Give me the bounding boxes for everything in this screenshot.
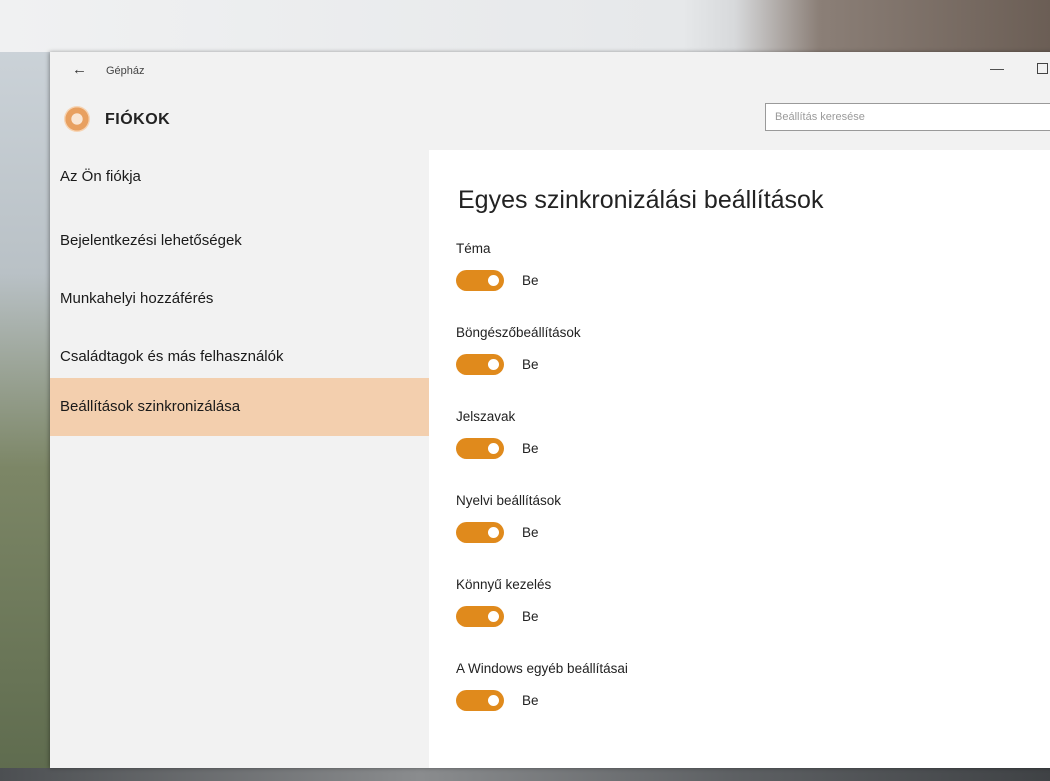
toggle-knob [488, 275, 499, 286]
setting-label: Böngészőbeállítások [456, 325, 581, 340]
theme-toggle[interactable] [456, 270, 504, 291]
setting-other-windows: A Windows egyéb beállításai Be [456, 661, 816, 741]
language-toggle[interactable] [456, 522, 504, 543]
toggle-state: Be [522, 525, 539, 540]
sidebar-item-label: Beállítások szinkronizálása [60, 398, 241, 415]
search-input[interactable]: Beállítás keresése [765, 103, 1050, 131]
toggle-state: Be [522, 609, 539, 624]
sidebar-item-your-account[interactable]: Az Ön fiókja [50, 150, 429, 208]
sidebar-item-label: Munkahelyi hozzáférés [60, 290, 214, 307]
browser-settings-toggle[interactable] [456, 354, 504, 375]
setting-label: Téma [456, 241, 491, 256]
sidebar: Az Ön fiókja Bejelentkezési lehetőségek … [50, 150, 429, 768]
back-arrow-icon[interactable]: ← [72, 61, 87, 78]
setting-language: Nyelvi beállítások Be [456, 493, 816, 573]
sidebar-item-label: Az Ön fiókja [60, 168, 141, 185]
setting-ease-of-access: Könnyű kezelés Be [456, 577, 816, 657]
sidebar-item-sync-settings[interactable]: Beállítások szinkronizálása [50, 378, 429, 436]
sidebar-item-family-other-users[interactable]: Családtagok és más felhasználók [50, 324, 429, 382]
setting-label: Könnyű kezelés [456, 577, 552, 592]
sidebar-item-label: Családtagok és más felhasználók [60, 348, 284, 365]
app-title: Gépház [106, 65, 145, 77]
toggle-knob [488, 611, 499, 622]
toggle-state: Be [522, 357, 539, 372]
toggle-knob [488, 695, 499, 706]
toggle-state: Be [522, 273, 539, 288]
toggle-knob [488, 527, 499, 538]
gear-icon [64, 106, 90, 132]
other-windows-settings-toggle[interactable] [456, 690, 504, 711]
page-title: Egyes szinkronizálási beállítások [458, 186, 824, 214]
settings-header: FIÓKOK Beállítás keresése [50, 90, 1050, 150]
title-bar: ← Gépház — [50, 52, 1050, 90]
taskbar-edge [0, 768, 1050, 781]
search-placeholder: Beállítás keresése [775, 111, 865, 123]
setting-theme: Téma Be [456, 241, 816, 321]
section-title: FIÓKOK [105, 111, 171, 128]
sidebar-item-label: Bejelentkezési lehetőségek [60, 232, 242, 249]
setting-passwords: Jelszavak Be [456, 409, 816, 489]
minimize-button[interactable]: — [990, 60, 1004, 76]
desktop-background [0, 0, 50, 781]
toggle-state: Be [522, 441, 539, 456]
setting-label: Nyelvi beállítások [456, 493, 562, 508]
settings-window: ← Gépház — FIÓKOK Beállítás keresése Az … [50, 52, 1050, 768]
toggle-knob [488, 443, 499, 454]
setting-label: A Windows egyéb beállításai [456, 661, 628, 676]
sidebar-item-work-access[interactable]: Munkahelyi hozzáférés [50, 266, 429, 324]
toggle-knob [488, 359, 499, 370]
maximize-button[interactable] [1037, 63, 1048, 74]
sidebar-item-sign-in-options[interactable]: Bejelentkezési lehetőségek [50, 208, 429, 266]
setting-browser: Böngészőbeállítások Be [456, 325, 816, 405]
passwords-toggle[interactable] [456, 438, 504, 459]
ease-of-access-toggle[interactable] [456, 606, 504, 627]
toggle-state: Be [522, 693, 539, 708]
desktop-background-top [0, 0, 1050, 52]
main-content: Egyes szinkronizálási beállítások Téma B… [429, 150, 1050, 768]
setting-label: Jelszavak [456, 409, 516, 424]
